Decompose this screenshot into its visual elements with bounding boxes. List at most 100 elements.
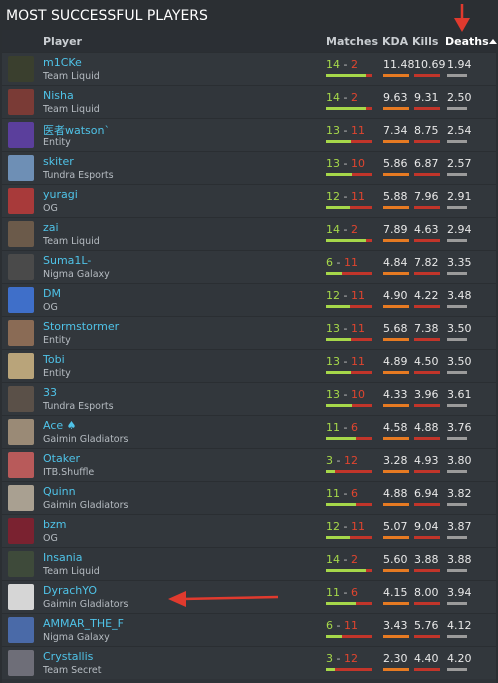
player-avatar[interactable] [8,254,34,280]
player-avatar[interactable] [8,155,34,181]
player-name-link[interactable]: Ace ♠ [43,419,77,432]
kills-value: 6.94 [414,487,439,500]
table-row[interactable]: AMMAR_THE_F Nigma Galaxy 6 - 11 3.43 5.7… [2,613,496,646]
table-row[interactable]: Crystallis Team Secret 3 - 12 2.30 4.40 … [2,646,496,679]
table-row[interactable]: 33 Tundra Esports 13 - 10 4.33 3.96 3.61 [2,382,496,415]
table-row[interactable]: Insania Team Liquid 14 - 2 5.60 3.88 3.8… [2,547,496,580]
player-avatar[interactable] [8,584,34,610]
kda-bar [383,272,409,275]
deaths-bar [447,338,467,341]
win-fill [326,272,343,275]
deaths-bar [447,272,467,275]
table-row[interactable]: Tobi Entity 13 - 11 4.89 4.50 3.50 [2,349,496,382]
table-row[interactable]: m1CKe Team Liquid 14 - 2 11.48 10.69 1.9… [2,52,496,85]
player-name-link[interactable]: Crystallis [43,650,93,663]
table-row[interactable]: 医者watson` Entity 13 - 11 7.34 8.75 2.54 [2,118,496,151]
player-name-link[interactable]: 33 [43,386,57,399]
deaths-value: 2.50 [447,91,472,104]
table-row[interactable]: Quinn Gaimin Gladiators 11 - 6 4.88 6.94… [2,481,496,514]
kda-bar [383,338,409,341]
player-name-link[interactable]: Nisha [43,89,74,102]
kda-value: 11.48 [383,58,415,71]
col-header-kills[interactable]: Kills [412,35,438,48]
wins-count: 11 [326,586,340,599]
player-name-link[interactable]: Tobi [43,353,65,366]
kda-value: 4.58 [383,421,408,434]
player-avatar[interactable] [8,617,34,643]
record-separator: - [340,487,351,500]
matches-record: 14 - 2 [326,91,358,104]
player-name-link[interactable]: AMMAR_THE_F [43,617,124,630]
win-loss-bar [326,173,372,176]
player-avatar[interactable] [8,518,34,544]
player-avatar[interactable] [8,650,34,676]
player-name-link[interactable]: Otaker [43,452,80,465]
kda-value: 4.90 [383,289,408,302]
win-loss-bar [326,635,372,638]
player-team: Gaimin Gladiators [43,500,129,511]
table-row[interactable]: skiter Tundra Esports 13 - 10 5.86 6.87 … [2,151,496,184]
deaths-bar [447,107,467,110]
player-avatar[interactable] [8,287,34,313]
player-name-link[interactable]: Insania [43,551,82,564]
table-row[interactable]: DM OG 12 - 11 4.90 4.22 3.48 [2,283,496,316]
player-name-link[interactable]: Quinn [43,485,76,498]
player-avatar[interactable] [8,221,34,247]
player-avatar[interactable] [8,419,34,445]
player-name-link[interactable]: zai [43,221,59,234]
player-name-link[interactable]: 医者watson` [43,122,110,138]
table-row[interactable]: zai Team Liquid 14 - 2 7.89 4.63 2.94 [2,217,496,250]
col-header-player[interactable]: Player [43,35,82,48]
kills-bar [414,173,440,176]
player-avatar[interactable] [8,122,34,148]
win-fill [326,470,336,473]
player-team: Gaimin Gladiators [43,599,129,610]
kills-bar [414,272,440,275]
player-avatar[interactable] [8,551,34,577]
table-row[interactable]: bzm OG 12 - 11 5.07 9.04 3.87 [2,514,496,547]
wins-count: 13 [326,322,340,335]
col-header-kda[interactable]: KDA [382,35,408,48]
table-row[interactable]: Suma1L- Nigma Galaxy 6 - 11 4.84 7.82 3.… [2,250,496,283]
win-fill [326,74,367,77]
player-avatar[interactable] [8,56,34,82]
col-header-matches[interactable]: Matches [326,35,378,48]
player-avatar[interactable] [8,188,34,214]
sort-ascending-icon[interactable] [489,39,497,44]
player-team: Team Liquid [43,71,100,82]
losses-count: 10 [350,157,365,170]
player-name-link[interactable]: m1CKe [43,56,82,69]
matches-record: 14 - 2 [326,58,358,71]
table-row[interactable]: Ace ♠ Gaimin Gladiators 11 - 6 4.58 4.88… [2,415,496,448]
player-name-link[interactable]: bzm [43,518,66,531]
win-loss-bar [326,239,372,242]
player-avatar[interactable] [8,89,34,115]
player-name-link[interactable]: skiter [43,155,74,168]
win-fill [326,635,343,638]
losses-count: 11 [350,289,365,302]
player-avatar[interactable] [8,452,34,478]
player-name-link[interactable]: Stormstormer [43,320,119,333]
win-fill [326,107,367,110]
player-avatar[interactable] [8,353,34,379]
deaths-bar [447,140,467,143]
table-row[interactable]: Stormstormer Entity 13 - 11 5.68 7.38 3.… [2,316,496,349]
losses-count: 2 [350,91,358,104]
record-separator: - [333,619,344,632]
player-avatar[interactable] [8,485,34,511]
table-row[interactable]: Otaker ITB.Shuffle 3 - 12 3.28 4.93 3.80 [2,448,496,481]
col-header-deaths[interactable]: Deaths [445,35,489,48]
matches-record: 13 - 11 [326,355,365,368]
player-avatar[interactable] [8,386,34,412]
kda-bar [383,140,409,143]
win-fill [326,206,350,209]
table-row[interactable]: Nisha Team Liquid 14 - 2 9.63 9.31 2.50 [2,85,496,118]
player-name-link[interactable]: DyrachYO [43,584,97,597]
player-name-link[interactable]: DM [43,287,61,300]
kda-value: 4.89 [383,355,408,368]
table-row[interactable]: yuragi OG 12 - 11 5.88 7.96 2.91 [2,184,496,217]
player-name-link[interactable]: yuragi [43,188,78,201]
player-name-link[interactable]: Suma1L- [43,254,91,267]
deaths-value: 3.48 [447,289,472,302]
player-avatar[interactable] [8,320,34,346]
